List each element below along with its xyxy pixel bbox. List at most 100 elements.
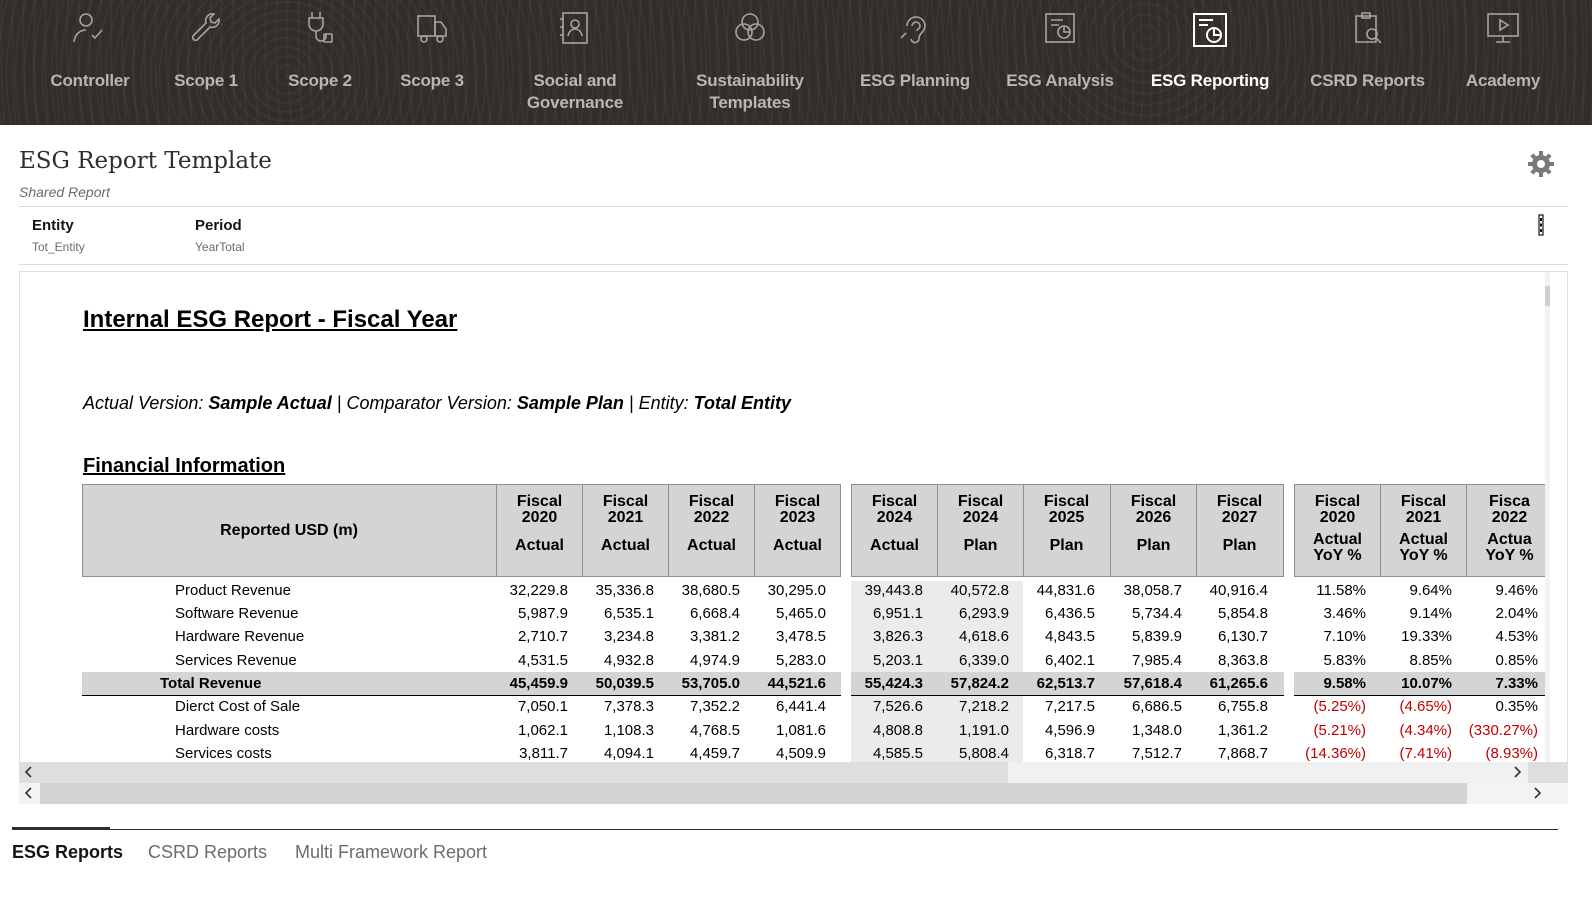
table-cell[interactable]: 55,424.3 [851, 675, 937, 692]
table-cell[interactable]: 45,459.9 [496, 675, 582, 692]
inner-horizontal-scrollbar-track[interactable] [1008, 762, 1528, 783]
table-cell[interactable]: 1,062.1 [496, 722, 582, 739]
table-cell[interactable]: 6,402.1 [1023, 652, 1109, 669]
table-cell[interactable]: 50,039.5 [582, 675, 668, 692]
chevron-right-icon[interactable] [1530, 786, 1544, 800]
table-cell[interactable]: 4,094.1 [582, 745, 668, 762]
nav-item-csrd-reports[interactable]: CSRD Reports [1305, 0, 1430, 125]
nav-item-scope-3[interactable]: Scope 3 [384, 0, 480, 125]
table-cell[interactable]: 44,831.6 [1023, 582, 1109, 599]
table-cell[interactable]: 38,058.7 [1110, 582, 1196, 599]
table-cell[interactable]: 7.10% [1294, 628, 1380, 645]
pov-period-value[interactable]: YearTotal [195, 240, 245, 254]
table-cell[interactable]: 5,283.0 [754, 652, 840, 669]
table-cell[interactable]: (4.65%) [1380, 698, 1466, 715]
table-cell[interactable]: 2,710.7 [496, 628, 582, 645]
table-cell[interactable]: 38,680.5 [668, 582, 754, 599]
table-cell[interactable]: 4,618.6 [937, 628, 1023, 645]
table-cell[interactable]: 5,808.4 [937, 745, 1023, 762]
table-cell[interactable]: 30,295.0 [754, 582, 840, 599]
table-cell[interactable]: 7,352.2 [668, 698, 754, 715]
table-cell[interactable]: 5,854.8 [1196, 605, 1282, 622]
table-cell[interactable]: 7,050.1 [496, 698, 582, 715]
table-cell[interactable]: 5,987.9 [496, 605, 582, 622]
table-cell[interactable]: 9.46% [1466, 582, 1550, 599]
table-cell[interactable]: 6,293.9 [937, 605, 1023, 622]
table-cell[interactable]: 1,108.3 [582, 722, 668, 739]
table-cell[interactable]: (330.27%) [1466, 722, 1550, 739]
table-cell[interactable]: 1,191.0 [937, 722, 1023, 739]
tab-csrd-reports[interactable]: CSRD Reports [148, 842, 267, 863]
table-cell[interactable]: 57,618.4 [1110, 675, 1196, 692]
table-cell[interactable]: 2.04% [1466, 605, 1550, 622]
table-cell[interactable]: 3,811.7 [496, 745, 582, 762]
table-cell[interactable]: 11.58% [1294, 582, 1380, 599]
nav-item-sustainability-templates[interactable]: Sustainability Templates [680, 0, 820, 125]
table-cell[interactable]: 5,734.4 [1110, 605, 1196, 622]
table-cell[interactable]: 4,974.9 [668, 652, 754, 669]
table-cell[interactable]: 8.85% [1380, 652, 1466, 669]
table-cell[interactable]: 4,531.5 [496, 652, 582, 669]
table-cell[interactable]: 6,535.1 [582, 605, 668, 622]
table-cell[interactable]: (14.36%) [1294, 745, 1380, 762]
table-cell[interactable]: 62,513.7 [1023, 675, 1109, 692]
table-cell[interactable]: 44,521.6 [754, 675, 840, 692]
table-cell[interactable]: 7,868.7 [1196, 745, 1282, 762]
nav-item-controller[interactable]: Controller [38, 0, 142, 125]
nav-item-social-and-governance[interactable]: Social and Governance [505, 0, 645, 125]
table-cell[interactable]: 0.35% [1466, 698, 1550, 715]
table-cell[interactable]: 6,436.5 [1023, 605, 1109, 622]
nav-item-esg-planning[interactable]: ESG Planning [855, 0, 975, 125]
chevron-left-icon[interactable] [22, 765, 36, 779]
tab-esg-reports[interactable]: ESG Reports [12, 842, 123, 863]
nav-item-scope-1[interactable]: Scope 1 [158, 0, 254, 125]
table-cell[interactable]: 5.83% [1294, 652, 1380, 669]
table-cell[interactable]: 7,378.3 [582, 698, 668, 715]
table-cell[interactable]: 6,130.7 [1196, 628, 1282, 645]
table-cell[interactable]: 4.53% [1466, 628, 1550, 645]
table-cell[interactable]: 61,265.6 [1196, 675, 1282, 692]
table-cell[interactable]: 8,363.8 [1196, 652, 1282, 669]
table-cell[interactable]: 3,381.2 [668, 628, 754, 645]
table-cell[interactable]: 19.33% [1380, 628, 1466, 645]
table-cell[interactable]: 40,572.8 [937, 582, 1023, 599]
table-cell[interactable]: 9.58% [1294, 675, 1380, 692]
table-cell[interactable]: 7,218.2 [937, 698, 1023, 715]
pov-entity-value[interactable]: Tot_Entity [32, 240, 85, 254]
nav-item-esg-analysis[interactable]: ESG Analysis [1000, 0, 1120, 125]
table-cell[interactable]: 40,916.4 [1196, 582, 1282, 599]
table-cell[interactable]: 4,585.5 [851, 745, 937, 762]
table-cell[interactable]: 1,348.0 [1110, 722, 1196, 739]
more-options-icon[interactable] [1536, 214, 1546, 236]
table-cell[interactable]: (5.21%) [1294, 722, 1380, 739]
table-cell[interactable]: 3,826.3 [851, 628, 937, 645]
tab-multi-framework-report[interactable]: Multi Framework Report [295, 842, 487, 863]
table-cell[interactable]: (5.25%) [1294, 698, 1380, 715]
table-cell[interactable]: 7,512.7 [1110, 745, 1196, 762]
table-cell[interactable]: 6,318.7 [1023, 745, 1109, 762]
table-cell[interactable]: 3,478.5 [754, 628, 840, 645]
table-cell[interactable]: 9.14% [1380, 605, 1466, 622]
table-cell[interactable]: 4,932.8 [582, 652, 668, 669]
table-cell[interactable]: 6,339.0 [937, 652, 1023, 669]
table-cell[interactable]: 5,465.0 [754, 605, 840, 622]
table-cell[interactable]: 7.33% [1466, 675, 1550, 692]
gear-icon[interactable] [1527, 150, 1555, 178]
table-cell[interactable]: 0.85% [1466, 652, 1550, 669]
nav-item-academy[interactable]: Academy [1455, 0, 1551, 125]
nav-item-scope-2[interactable]: Scope 2 [272, 0, 368, 125]
table-cell[interactable]: (4.34%) [1380, 722, 1466, 739]
table-cell[interactable]: 3.46% [1294, 605, 1380, 622]
chevron-left-icon[interactable] [22, 786, 36, 800]
vertical-scrollbar-thumb[interactable] [1545, 286, 1550, 306]
table-cell[interactable]: 9.64% [1380, 582, 1466, 599]
table-cell[interactable]: 5,203.1 [851, 652, 937, 669]
table-cell[interactable]: 6,951.1 [851, 605, 937, 622]
table-cell[interactable]: 4,768.5 [668, 722, 754, 739]
vertical-scrollbar[interactable] [1545, 272, 1550, 767]
table-cell[interactable]: 4,843.5 [1023, 628, 1109, 645]
table-cell[interactable]: 35,336.8 [582, 582, 668, 599]
table-cell[interactable]: 1,361.2 [1196, 722, 1282, 739]
table-cell[interactable]: 3,234.8 [582, 628, 668, 645]
table-cell[interactable]: 7,526.6 [851, 698, 937, 715]
